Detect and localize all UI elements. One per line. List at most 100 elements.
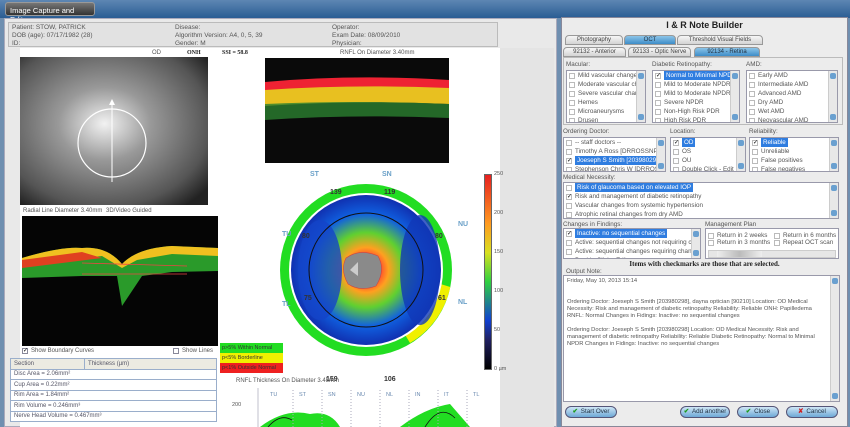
list-item[interactable]: ✓ Inactive: no sequential changes xyxy=(564,229,700,238)
checkbox[interactable] xyxy=(655,81,661,88)
scrollbar[interactable] xyxy=(730,71,739,122)
scrollbar[interactable] xyxy=(736,138,745,171)
list-item[interactable]: Atrophic retinal changes from dry AMD xyxy=(564,210,838,218)
cancel-button[interactable]: ✘ Cancel xyxy=(786,406,838,418)
list-item[interactable]: Microaneurysms xyxy=(567,107,645,116)
checkbox[interactable] xyxy=(566,139,572,146)
scrollbar[interactable] xyxy=(691,229,700,258)
plan-item[interactable]: Return in 3 months xyxy=(706,238,770,247)
checkbox[interactable] xyxy=(569,81,575,88)
list-item[interactable]: Double Click - Edit xyxy=(671,165,745,171)
list-item[interactable]: Timothy A Ross [DRROSSNPI] xyxy=(564,147,665,156)
checkbox[interactable] xyxy=(655,99,661,106)
checkbox[interactable] xyxy=(569,99,575,106)
checkbox[interactable] xyxy=(752,166,758,171)
list-item[interactable]: Vascular changes from systemic hypertens… xyxy=(564,201,838,210)
list-item[interactable]: Early AMD xyxy=(747,71,837,80)
checkbox[interactable] xyxy=(569,117,575,122)
list-item[interactable]: Active: sequential changes not requiring… xyxy=(564,238,700,247)
list-item[interactable]: Stephenson Chris W [DRROSS] xyxy=(564,165,665,171)
checkbox[interactable] xyxy=(569,90,575,97)
scrollbar[interactable] xyxy=(656,138,665,171)
checkbox[interactable] xyxy=(752,157,758,164)
add-another-button[interactable]: ✔ Add another xyxy=(680,406,730,418)
start-over-button[interactable]: ✔ Start Over xyxy=(565,406,617,418)
list-item[interactable]: Severe vascular changes xyxy=(567,89,645,98)
output-note-textarea[interactable]: Friday, May 10, 2013 15:14 Ordering Doct… xyxy=(563,275,840,402)
tab-threshold-visual-fields[interactable]: Threshold Visual Fields xyxy=(677,35,763,45)
checkbox[interactable] xyxy=(749,81,755,88)
checkbox[interactable] xyxy=(749,99,755,106)
checkbox[interactable] xyxy=(673,157,679,164)
horizontal-scrollbar[interactable] xyxy=(708,250,836,258)
app-tab[interactable]: Image Capture and Editor xyxy=(5,2,95,24)
checkbox[interactable] xyxy=(749,117,755,122)
list-item[interactable]: Severe NPDR xyxy=(653,98,739,107)
list-item[interactable]: OS xyxy=(671,147,745,156)
list-item[interactable]: Unreliable xyxy=(750,147,838,156)
list-item[interactable]: ✓ Normal to Minimal NPDR xyxy=(653,71,739,80)
list-item[interactable]: Moderate vascular changes xyxy=(567,80,645,89)
show-lines-checkbox[interactable]: Show Lines xyxy=(173,348,213,354)
tab-oct[interactable]: OCT xyxy=(624,35,676,45)
list-item[interactable]: Dry AMD xyxy=(747,98,837,107)
checkbox[interactable] xyxy=(655,108,661,115)
list-item[interactable]: High Risk PDR xyxy=(653,116,739,122)
checkbox[interactable] xyxy=(752,148,758,155)
checkbox[interactable] xyxy=(569,108,575,115)
list-item[interactable]: ✓ Reliable xyxy=(750,138,838,147)
checkbox[interactable]: ✓ xyxy=(655,72,661,79)
checkbox[interactable] xyxy=(566,184,572,191)
checkbox[interactable] xyxy=(655,117,661,122)
checkbox[interactable] xyxy=(655,90,661,97)
checkbox[interactable]: ✓ xyxy=(566,157,572,164)
list-item[interactable]: Wet AMD xyxy=(747,107,837,116)
close-button[interactable]: ✔ Close xyxy=(737,406,779,418)
checkbox[interactable]: ✓ xyxy=(566,230,572,237)
list-item[interactable]: False positives xyxy=(750,156,838,165)
scrollbar[interactable] xyxy=(828,71,837,122)
show-boundary-checkbox[interactable]: ✓ Show Boundary Curves xyxy=(22,348,94,354)
checkbox[interactable] xyxy=(566,202,572,209)
checkbox[interactable] xyxy=(566,248,572,255)
tab-photography[interactable]: Photography xyxy=(565,35,623,45)
list-item[interactable]: ✓ Risk and management of diabetic retinop… xyxy=(564,192,838,201)
list-item[interactable]: ✓ OD xyxy=(671,138,745,147)
list-item[interactable]: False negatives xyxy=(750,165,838,171)
checkbox[interactable] xyxy=(566,148,572,155)
checkbox[interactable] xyxy=(569,72,575,79)
list-item[interactable]: OU xyxy=(671,156,745,165)
list-item[interactable]: Mild vascular changes xyxy=(567,71,645,80)
list-item[interactable]: Active: sequential changes requiring cha… xyxy=(564,247,700,256)
subtab-anterior[interactable]: 92132 - Anterior xyxy=(563,47,626,57)
list-item[interactable]: ✓ Joeseph S Smith [203980298] xyxy=(564,156,665,165)
checkbox[interactable] xyxy=(566,239,572,246)
checkbox[interactable] xyxy=(749,90,755,97)
list-item[interactable]: Risk of glaucoma based on elevated IOP xyxy=(564,183,838,192)
checkbox[interactable] xyxy=(566,211,572,218)
subtab-retina[interactable]: 92134 - Retina xyxy=(694,47,760,57)
checkbox[interactable] xyxy=(566,166,572,171)
checkbox[interactable] xyxy=(749,72,755,79)
scrollbar[interactable] xyxy=(636,71,645,122)
subtab-optic-nerve[interactable]: 92133 - Optic Nerve xyxy=(628,47,691,57)
checkbox[interactable]: ✓ xyxy=(566,193,572,200)
checkbox[interactable]: ✓ xyxy=(673,139,679,146)
list-item[interactable]: Drusen xyxy=(567,116,645,122)
list-item[interactable]: Neovascular AMD xyxy=(747,116,837,122)
list-item[interactable]: Hemes xyxy=(567,98,645,107)
list-item[interactable]: -- staff doctors -- xyxy=(564,138,665,147)
list-item[interactable]: Advanced AMD xyxy=(747,89,837,98)
scrollbar[interactable] xyxy=(829,138,838,171)
checkbox[interactable] xyxy=(673,148,679,155)
list-item[interactable]: Mild to Moderate NPDR with xyxy=(653,80,739,89)
list-item[interactable]: Double Click - Edit xyxy=(564,256,700,258)
checkbox[interactable] xyxy=(673,166,679,171)
plan-item[interactable]: Repeat OCT scan xyxy=(772,238,833,247)
checkbox[interactable] xyxy=(566,257,572,258)
checkbox[interactable]: ✓ xyxy=(752,139,758,146)
list-item[interactable]: Mild to Moderate NPDR with xyxy=(653,89,739,98)
scrollbar[interactable] xyxy=(829,183,838,218)
checkbox[interactable] xyxy=(749,108,755,115)
list-item[interactable]: Non-High Risk PDR xyxy=(653,107,739,116)
